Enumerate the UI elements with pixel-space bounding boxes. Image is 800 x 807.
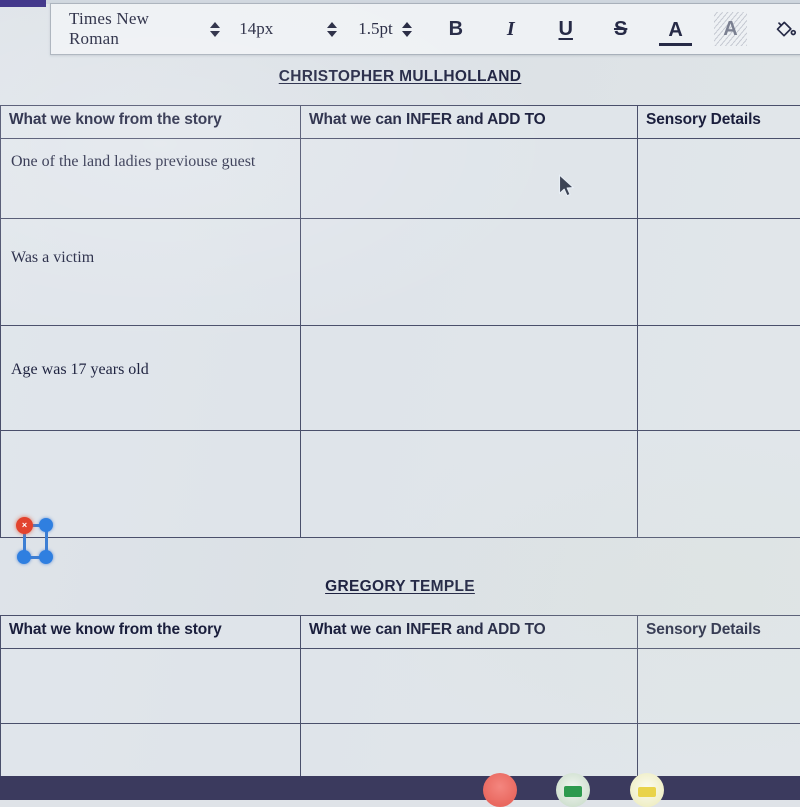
cell-know-1[interactable]: One of the land ladies previouse guest xyxy=(1,139,301,219)
chevron-updown-icon-line-spacing[interactable] xyxy=(401,22,414,37)
cell-sensory-g1[interactable] xyxy=(638,649,800,724)
cell-infer-4[interactable] xyxy=(301,431,638,538)
section-title-gregory-temple: GREGORY TEMPLE xyxy=(0,578,800,596)
app-icon-green[interactable] xyxy=(556,773,590,807)
table-row[interactable]: Age was 17 years old xyxy=(1,326,800,431)
underline-button[interactable]: U xyxy=(549,12,582,46)
cell-sensory-4[interactable] xyxy=(638,431,800,538)
strikethrough-button[interactable]: S xyxy=(604,12,637,46)
selection-close-handle[interactable]: × xyxy=(16,517,33,534)
font-family-selector[interactable]: Times New Roman xyxy=(51,9,221,49)
font-family-value: Times New Roman xyxy=(69,9,201,49)
line-spacing-value: 1.5pt xyxy=(358,19,392,39)
table-row[interactable] xyxy=(1,649,800,724)
highlight-color-button[interactable]: A xyxy=(714,12,747,46)
cell-infer-1[interactable] xyxy=(301,139,638,219)
selection-handle-bottom-left[interactable] xyxy=(17,550,31,564)
cell-sensory-1[interactable] xyxy=(638,139,800,219)
selection-handle-top-right[interactable] xyxy=(39,518,53,532)
selection-handle-bottom-right[interactable] xyxy=(39,550,53,564)
table-row[interactable] xyxy=(1,431,800,538)
cell-know-g2[interactable] xyxy=(1,724,301,782)
cell-know-g1[interactable] xyxy=(1,649,301,724)
text-color-button[interactable]: A xyxy=(659,17,692,46)
cell-infer-g1[interactable] xyxy=(301,649,638,724)
document-canvas[interactable]: CHRISTOPHER MULLHOLLAND What we know fro… xyxy=(0,56,800,778)
app-icon-yellow[interactable] xyxy=(630,773,664,807)
top-accent-strip xyxy=(0,0,46,7)
paint-bucket-icon[interactable] xyxy=(769,12,800,46)
column-header-sensory-details-2: Sensory Details xyxy=(638,616,800,649)
table-row[interactable]: One of the land ladies previouse guest xyxy=(1,139,800,219)
font-size-selector[interactable]: 14px xyxy=(221,19,338,39)
table-christopher-mullholland[interactable]: What we know from the story What we can … xyxy=(0,105,800,538)
app-icon-red[interactable] xyxy=(483,773,517,807)
table-header-row: What we know from the story What we can … xyxy=(1,616,800,649)
cell-sensory-3[interactable] xyxy=(638,326,800,431)
table-row[interactable] xyxy=(1,724,800,782)
text-selection-resize-handles[interactable]: × xyxy=(18,518,48,564)
column-header-sensory-details: Sensory Details xyxy=(638,106,800,139)
column-header-what-we-infer-2: What we can INFER and ADD TO xyxy=(301,616,638,649)
table-header-row: What we know from the story What we can … xyxy=(1,106,800,139)
bottom-navigation-bar xyxy=(0,776,800,800)
column-header-what-we-infer: What we can INFER and ADD TO xyxy=(301,106,638,139)
column-header-what-we-know-2: What we know from the story xyxy=(1,616,301,649)
cell-infer-2[interactable] xyxy=(301,219,638,326)
font-size-value: 14px xyxy=(239,19,273,39)
chevron-updown-icon-font-family[interactable] xyxy=(209,22,222,37)
column-header-what-we-know: What we know from the story xyxy=(1,106,301,139)
cell-sensory-g2[interactable] xyxy=(638,724,800,782)
document-editor-screen: Times New Roman 14px 1.5pt B I U S A xyxy=(0,0,800,800)
bold-button[interactable]: B xyxy=(439,12,472,46)
cell-know-2[interactable]: Was a victim xyxy=(1,219,301,326)
line-spacing-selector[interactable]: 1.5pt xyxy=(338,19,413,39)
close-icon: × xyxy=(22,521,27,530)
table-gregory-temple[interactable]: What we know from the story What we can … xyxy=(0,615,800,782)
chevron-updown-icon-font-size[interactable] xyxy=(325,22,338,37)
cell-sensory-2[interactable] xyxy=(638,219,800,326)
section-title-christopher-mullholland: CHRISTOPHER MULLHOLLAND xyxy=(0,68,800,86)
cell-infer-3[interactable] xyxy=(301,326,638,431)
cell-know-3[interactable]: Age was 17 years old xyxy=(1,326,301,431)
italic-button[interactable]: I xyxy=(494,12,527,46)
cell-infer-g2[interactable] xyxy=(301,724,638,782)
table-row[interactable]: Was a victim xyxy=(1,219,800,326)
formatting-toolbar: Times New Roman 14px 1.5pt B I U S A xyxy=(50,3,800,55)
